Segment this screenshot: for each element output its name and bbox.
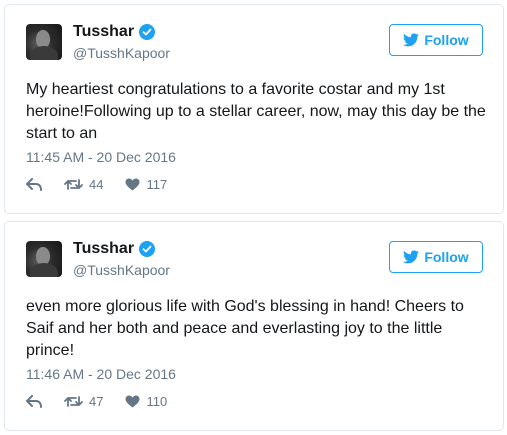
heart-icon: [125, 395, 140, 408]
tweet-actions: 47 110: [26, 394, 189, 409]
like-count: 117: [146, 177, 168, 192]
tweet-card[interactable]: Tusshar @TusshKapoor Follow even more gl…: [4, 221, 504, 431]
tweet-actions: 44 117: [26, 177, 189, 192]
retweet-count: 44: [89, 177, 104, 192]
retweet-button[interactable]: 44: [64, 177, 103, 192]
tweet-text: My heartiest congratulations to a favori…: [26, 81, 486, 142]
reply-icon: [26, 178, 42, 191]
tweet-timestamp[interactable]: 11:46 AM - 20 Dec 2016: [26, 366, 176, 382]
retweet-icon: [64, 396, 83, 407]
verified-badge-icon: [139, 24, 156, 40]
follow-button[interactable]: Follow: [389, 241, 483, 273]
heart-icon: [125, 178, 140, 191]
follow-button-label: Follow: [424, 249, 469, 265]
like-count: 110: [146, 394, 168, 409]
twitter-bird-icon: [403, 33, 420, 47]
author-row: Tusshar: [73, 23, 156, 41]
retweet-button[interactable]: 47: [64, 394, 103, 409]
verified-badge-icon: [139, 241, 156, 257]
author-row: Tusshar: [73, 240, 156, 258]
author-display-name[interactable]: Tusshar: [73, 23, 134, 41]
retweet-count: 47: [89, 394, 104, 409]
follow-button-label: Follow: [424, 32, 469, 48]
tweet-card[interactable]: Tusshar @TusshKapoor Follow My heartiest…: [4, 4, 504, 214]
retweet-icon: [64, 179, 83, 190]
like-button[interactable]: 110: [125, 394, 167, 409]
like-button[interactable]: 117: [125, 177, 167, 192]
author-handle[interactable]: @TusshKapoor: [73, 45, 170, 61]
avatar[interactable]: [26, 241, 62, 277]
twitter-bird-icon: [403, 250, 420, 264]
reply-button[interactable]: [26, 395, 42, 408]
author-handle[interactable]: @TusshKapoor: [73, 262, 170, 278]
avatar[interactable]: [26, 24, 62, 60]
tweet-stack: Tusshar @TusshKapoor Follow My heartiest…: [0, 0, 507, 435]
tweet-text: even more glorious life with God's bless…: [26, 298, 464, 359]
reply-button[interactable]: [26, 178, 42, 191]
reply-icon: [26, 395, 42, 408]
follow-button[interactable]: Follow: [389, 24, 483, 56]
tweet-timestamp[interactable]: 11:45 AM - 20 Dec 2016: [26, 149, 176, 165]
author-display-name[interactable]: Tusshar: [73, 240, 134, 258]
